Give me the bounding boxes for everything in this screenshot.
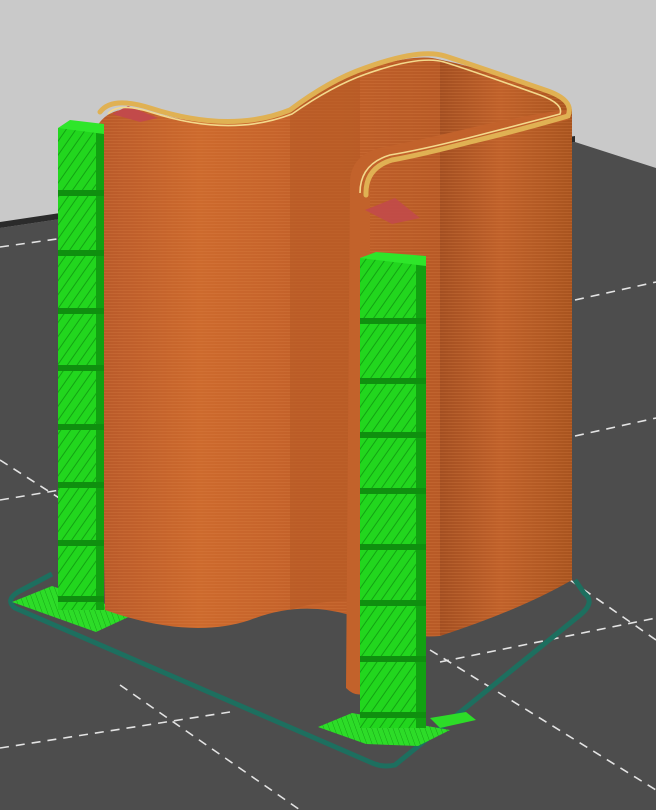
gcode-preview-viewport[interactable]: [0, 0, 656, 810]
right-support-tower: [360, 252, 426, 728]
3d-scene[interactable]: [0, 0, 656, 810]
left-support-tower: [58, 120, 104, 610]
